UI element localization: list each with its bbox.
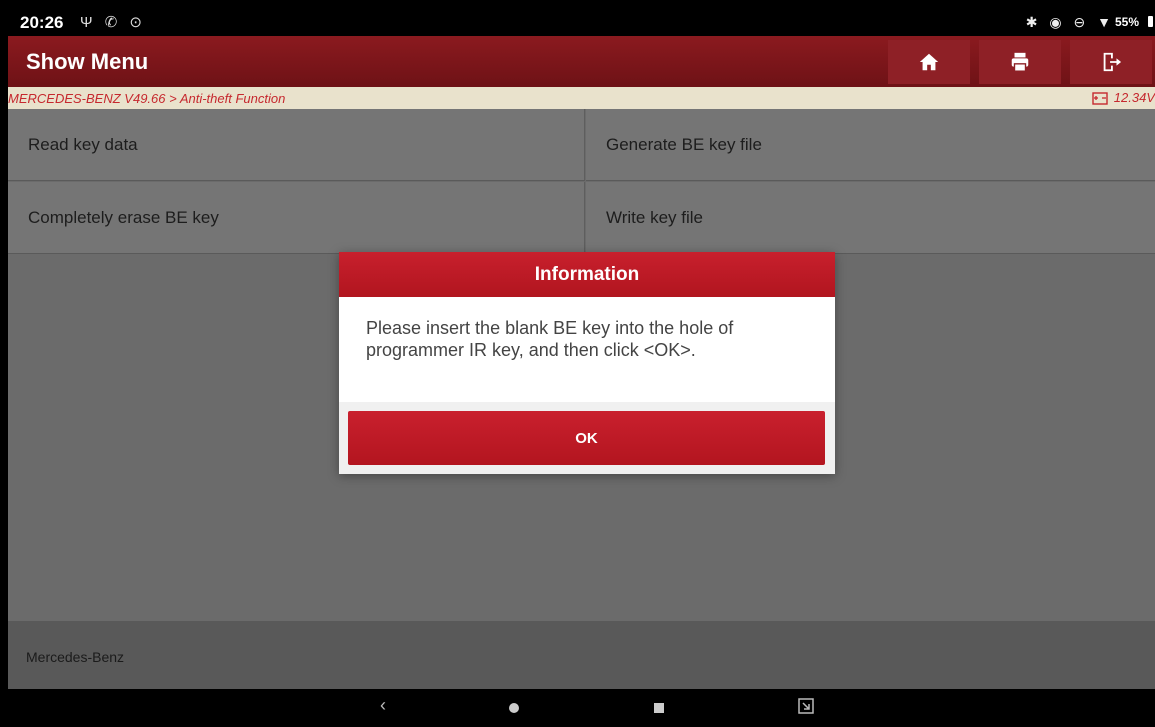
home-button[interactable] [888, 40, 970, 84]
voltage-value: 12.34V [1113, 90, 1155, 105]
screenshot-icon[interactable] [798, 698, 814, 719]
voltage-indicator: 12.34V [1092, 90, 1155, 105]
home-icon [919, 53, 939, 71]
status-time: 20:26 [20, 13, 64, 32]
print-button[interactable] [979, 40, 1061, 84]
vehicle-brand: Mercedes-Benz [26, 649, 125, 665]
menu-item-label: Write key file [606, 207, 703, 227]
footer: Mercedes-Benz [8, 621, 1155, 689]
home-nav-icon[interactable] [509, 703, 519, 713]
back-icon[interactable]: ‹ [380, 695, 386, 716]
page-title: Show Menu [26, 49, 149, 74]
menu-item-label: Completely erase BE key [28, 207, 219, 227]
exit-icon [1103, 52, 1122, 72]
information-dialog: Information Please insert the blank BE k… [339, 252, 835, 474]
ok-button[interactable]: OK [348, 411, 825, 465]
app-header: Show Menu [8, 36, 1155, 87]
dialog-title: Information [339, 252, 835, 297]
menu-item-label: Read key data [28, 134, 138, 154]
battery-voltage-icon [1092, 91, 1108, 105]
menu-item-read-key-data[interactable]: Read key data [8, 109, 585, 181]
menu-item-completely-erase-be-key[interactable]: Completely erase BE key [8, 182, 585, 254]
breadcrumb: MERCEDES-BENZ V49.66 > Anti-theft Functi… [8, 87, 1155, 109]
recents-icon[interactable] [654, 703, 664, 713]
print-icon [1011, 52, 1029, 72]
navigation-bar: ‹ [8, 689, 1155, 727]
status-bar: 20:26 Ψ ✆ ⊙ ✱ ◉ ⊖ ▼ 55% [8, 9, 1155, 36]
notification-icons: Ψ ✆ ⊙ [80, 14, 147, 31]
breadcrumb-path: MERCEDES-BENZ V49.66 > Anti-theft Functi… [8, 91, 286, 106]
menu-item-label: Generate BE key file [606, 134, 762, 154]
dialog-footer: OK [339, 402, 835, 474]
menu-item-write-key-file[interactable]: Write key file [586, 182, 1155, 254]
menu-item-generate-be-key-file[interactable]: Generate BE key file [586, 109, 1155, 181]
system-icons: ✱ ◉ ⊖ ▼ [1025, 14, 1115, 30]
battery-icon [1148, 16, 1153, 27]
exit-button[interactable] [1070, 40, 1152, 84]
dialog-message: Please insert the blank BE key into the … [366, 318, 734, 360]
battery-level: 55% [1114, 15, 1139, 29]
